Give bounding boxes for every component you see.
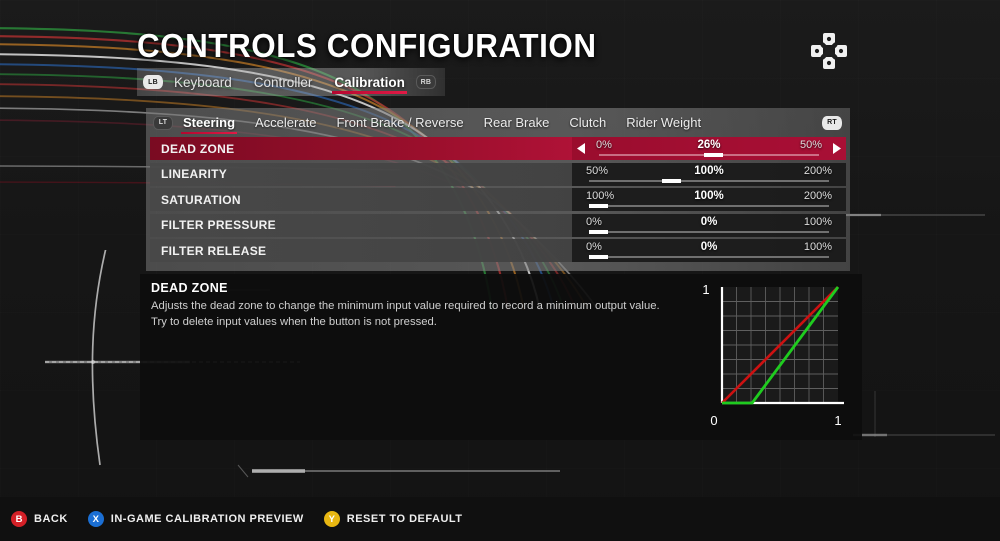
slider-max-filter-pressure: 100% (803, 215, 832, 228)
slider-dead-zone[interactable]: 0% 26% 50% (572, 137, 846, 160)
slider-body-dead-zone: 0% 26% 50% (590, 137, 828, 160)
sub-tab-rider-weight-label: Rider Weight (626, 115, 702, 130)
setting-label-dead-zone: DEAD ZONE (161, 141, 235, 156)
setting-row-saturation[interactable]: SATURATION 100% 100% 200% (150, 188, 846, 211)
right-trigger-icon[interactable]: RT (822, 115, 842, 130)
slider-handle-linearity[interactable] (661, 178, 681, 183)
slider-value-saturation: 100% (694, 190, 724, 202)
description-line-2: Try to delete input values when the butt… (151, 315, 437, 328)
controls-configuration-screen: CONTROLS CONFIGURATION LB Keyboard Contr… (0, 0, 1000, 541)
tab-keyboard-label: Keyboard (174, 74, 232, 90)
tab-keyboard[interactable]: Keyboard (163, 68, 243, 96)
sub-tab-clutch-label: Clutch (569, 115, 607, 130)
footer-glyph-x-icon: X (87, 511, 104, 527)
left-trigger-icon[interactable]: LT (153, 115, 173, 130)
slider-track-filter-pressure[interactable] (589, 230, 829, 233)
slider-max-saturation: 200% (803, 190, 832, 202)
description-line-1: Adjusts the dead zone to change the mini… (151, 300, 660, 312)
right-bumper-icon[interactable]: RB (415, 75, 436, 89)
setting-label-saturation: SATURATION (161, 192, 241, 207)
tab-controller-label: Controller (253, 74, 313, 90)
sub-tab-rear-brake-label: Rear Brake (483, 115, 550, 130)
footer-label-reset-to-default: RESET TO DEFAULT (346, 513, 463, 525)
slider-min-filter-pressure: 0% (586, 215, 602, 228)
slider-body-saturation: 100% 100% 200% (580, 188, 838, 211)
page-title: CONTROLS CONFIGURATION (137, 27, 597, 64)
setting-label-filter-release: FILTER RELEASE (161, 243, 267, 258)
slider-linearity[interactable]: 50% 100% 200% (572, 162, 846, 186)
slider-max-filter-release: 100% (803, 241, 832, 253)
graph-y-top-label: 1 (702, 282, 709, 297)
description-body: Adjusts the dead zone to change the mini… (151, 299, 671, 330)
setting-row-filter-release[interactable]: FILTER RELEASE 0% 0% 100% (150, 239, 846, 262)
sub-tab-steering[interactable]: Steering (173, 108, 245, 137)
slider-filter-release[interactable]: 0% 0% 100% (572, 239, 846, 262)
footer-button-reset-to-default[interactable]: Y RESET TO DEFAULT (323, 511, 463, 527)
slider-track-filter-release[interactable] (589, 256, 829, 258)
slider-max-linearity: 200% (803, 164, 832, 177)
sub-tab-rider-weight[interactable]: Rider Weight (616, 108, 711, 137)
slider-decrease-arrow-dead-zone[interactable] (572, 143, 590, 154)
slider-handle-dead-zone[interactable] (703, 153, 723, 157)
setting-row-dead-zone[interactable]: DEAD ZONE 0% 26% 50% (150, 137, 846, 160)
footer-label-back: BACK (34, 513, 68, 525)
left-bumper-icon[interactable]: LB (143, 75, 163, 89)
sub-tab-bar: LT Steering Accelerate Front Brake / Rev… (146, 108, 850, 137)
slider-saturation[interactable]: 100% 100% 200% (572, 188, 846, 211)
footer-glyph-y-icon: Y (323, 511, 340, 527)
sub-tab-clutch[interactable]: Clutch (559, 108, 616, 137)
tab-calibration-label: Calibration (334, 74, 405, 90)
slider-filter-pressure[interactable]: 0% 0% 100% (572, 213, 846, 237)
graph-x-right-label: 1 (834, 413, 841, 428)
sub-tab-front-brake-reverse[interactable]: Front Brake / Reverse (326, 108, 473, 137)
description-title: DEAD ZONE (151, 281, 228, 295)
slider-track-linearity[interactable] (589, 179, 829, 182)
slider-min-filter-release: 0% (586, 241, 602, 253)
setting-row-linearity[interactable]: LINEARITY 50% 100% 200% (150, 162, 846, 186)
calibration-graph: 1 0 1 (702, 282, 844, 428)
sub-tab-front-brake-reverse-label: Front Brake / Reverse (336, 115, 464, 130)
setting-row-filter-pressure[interactable]: FILTER PRESSURE 0% 0% 100% (150, 213, 846, 237)
footer-glyph-b-icon: B (11, 511, 27, 527)
dpad-icon (811, 33, 847, 69)
settings-row-list: DEAD ZONE 0% 26% 50% LINEARITY 50% 100% 200% SAT… (146, 137, 850, 262)
slider-value-filter-release: 0% (700, 241, 718, 253)
slider-min-saturation: 100% (586, 190, 615, 202)
slider-value-dead-zone: 26% (697, 139, 721, 151)
slider-body-filter-release: 0% 0% 100% (580, 239, 838, 262)
slider-handle-filter-release[interactable] (589, 255, 608, 259)
sub-tab-accelerate-label: Accelerate (255, 115, 317, 130)
slider-min-dead-zone: 0% (596, 139, 612, 151)
setting-label-linearity: LINEARITY (161, 167, 228, 181)
footer-button-in-game-calibration-preview[interactable]: X IN-GAME CALIBRATION PREVIEW (87, 511, 304, 527)
slider-max-dead-zone: 50% (799, 139, 822, 151)
footer-bar: B BACK X IN-GAME CALIBRATION PREVIEW Y RESET … (0, 497, 1000, 541)
slider-handle-filter-pressure[interactable] (589, 229, 608, 234)
description-panel: DEAD ZONE Adjusts the dead zone to chang… (140, 274, 862, 440)
tab-controller[interactable]: Controller (243, 68, 324, 96)
slider-increase-arrow-dead-zone[interactable] (828, 143, 846, 154)
graph-x-left-label: 0 (710, 413, 717, 428)
slider-handle-saturation[interactable] (589, 204, 608, 208)
main-tab-bar: LB Keyboard Controller Calibration RB (137, 68, 445, 96)
setting-label-filter-pressure: FILTER PRESSURE (161, 218, 276, 232)
tab-calibration[interactable]: Calibration (323, 68, 416, 96)
decorative-line-bottom (237, 464, 560, 478)
calibration-panel: LT Steering Accelerate Front Brake / Rev… (146, 108, 850, 271)
slider-min-linearity: 50% (586, 164, 609, 177)
slider-value-filter-pressure: 0% (700, 215, 718, 228)
slider-track-saturation[interactable] (589, 205, 829, 207)
slider-value-linearity: 100% (694, 164, 724, 177)
slider-body-filter-pressure: 0% 0% 100% (580, 214, 838, 237)
sub-tab-steering-label: Steering (183, 115, 236, 130)
sub-tab-accelerate[interactable]: Accelerate (245, 108, 326, 137)
footer-label-in-game-calibration-preview: IN-GAME CALIBRATION PREVIEW (110, 513, 304, 525)
footer-button-back[interactable]: B BACK (11, 511, 68, 527)
slider-body-linearity: 50% 100% 200% (580, 163, 838, 186)
sub-tab-rear-brake[interactable]: Rear Brake (474, 108, 560, 137)
